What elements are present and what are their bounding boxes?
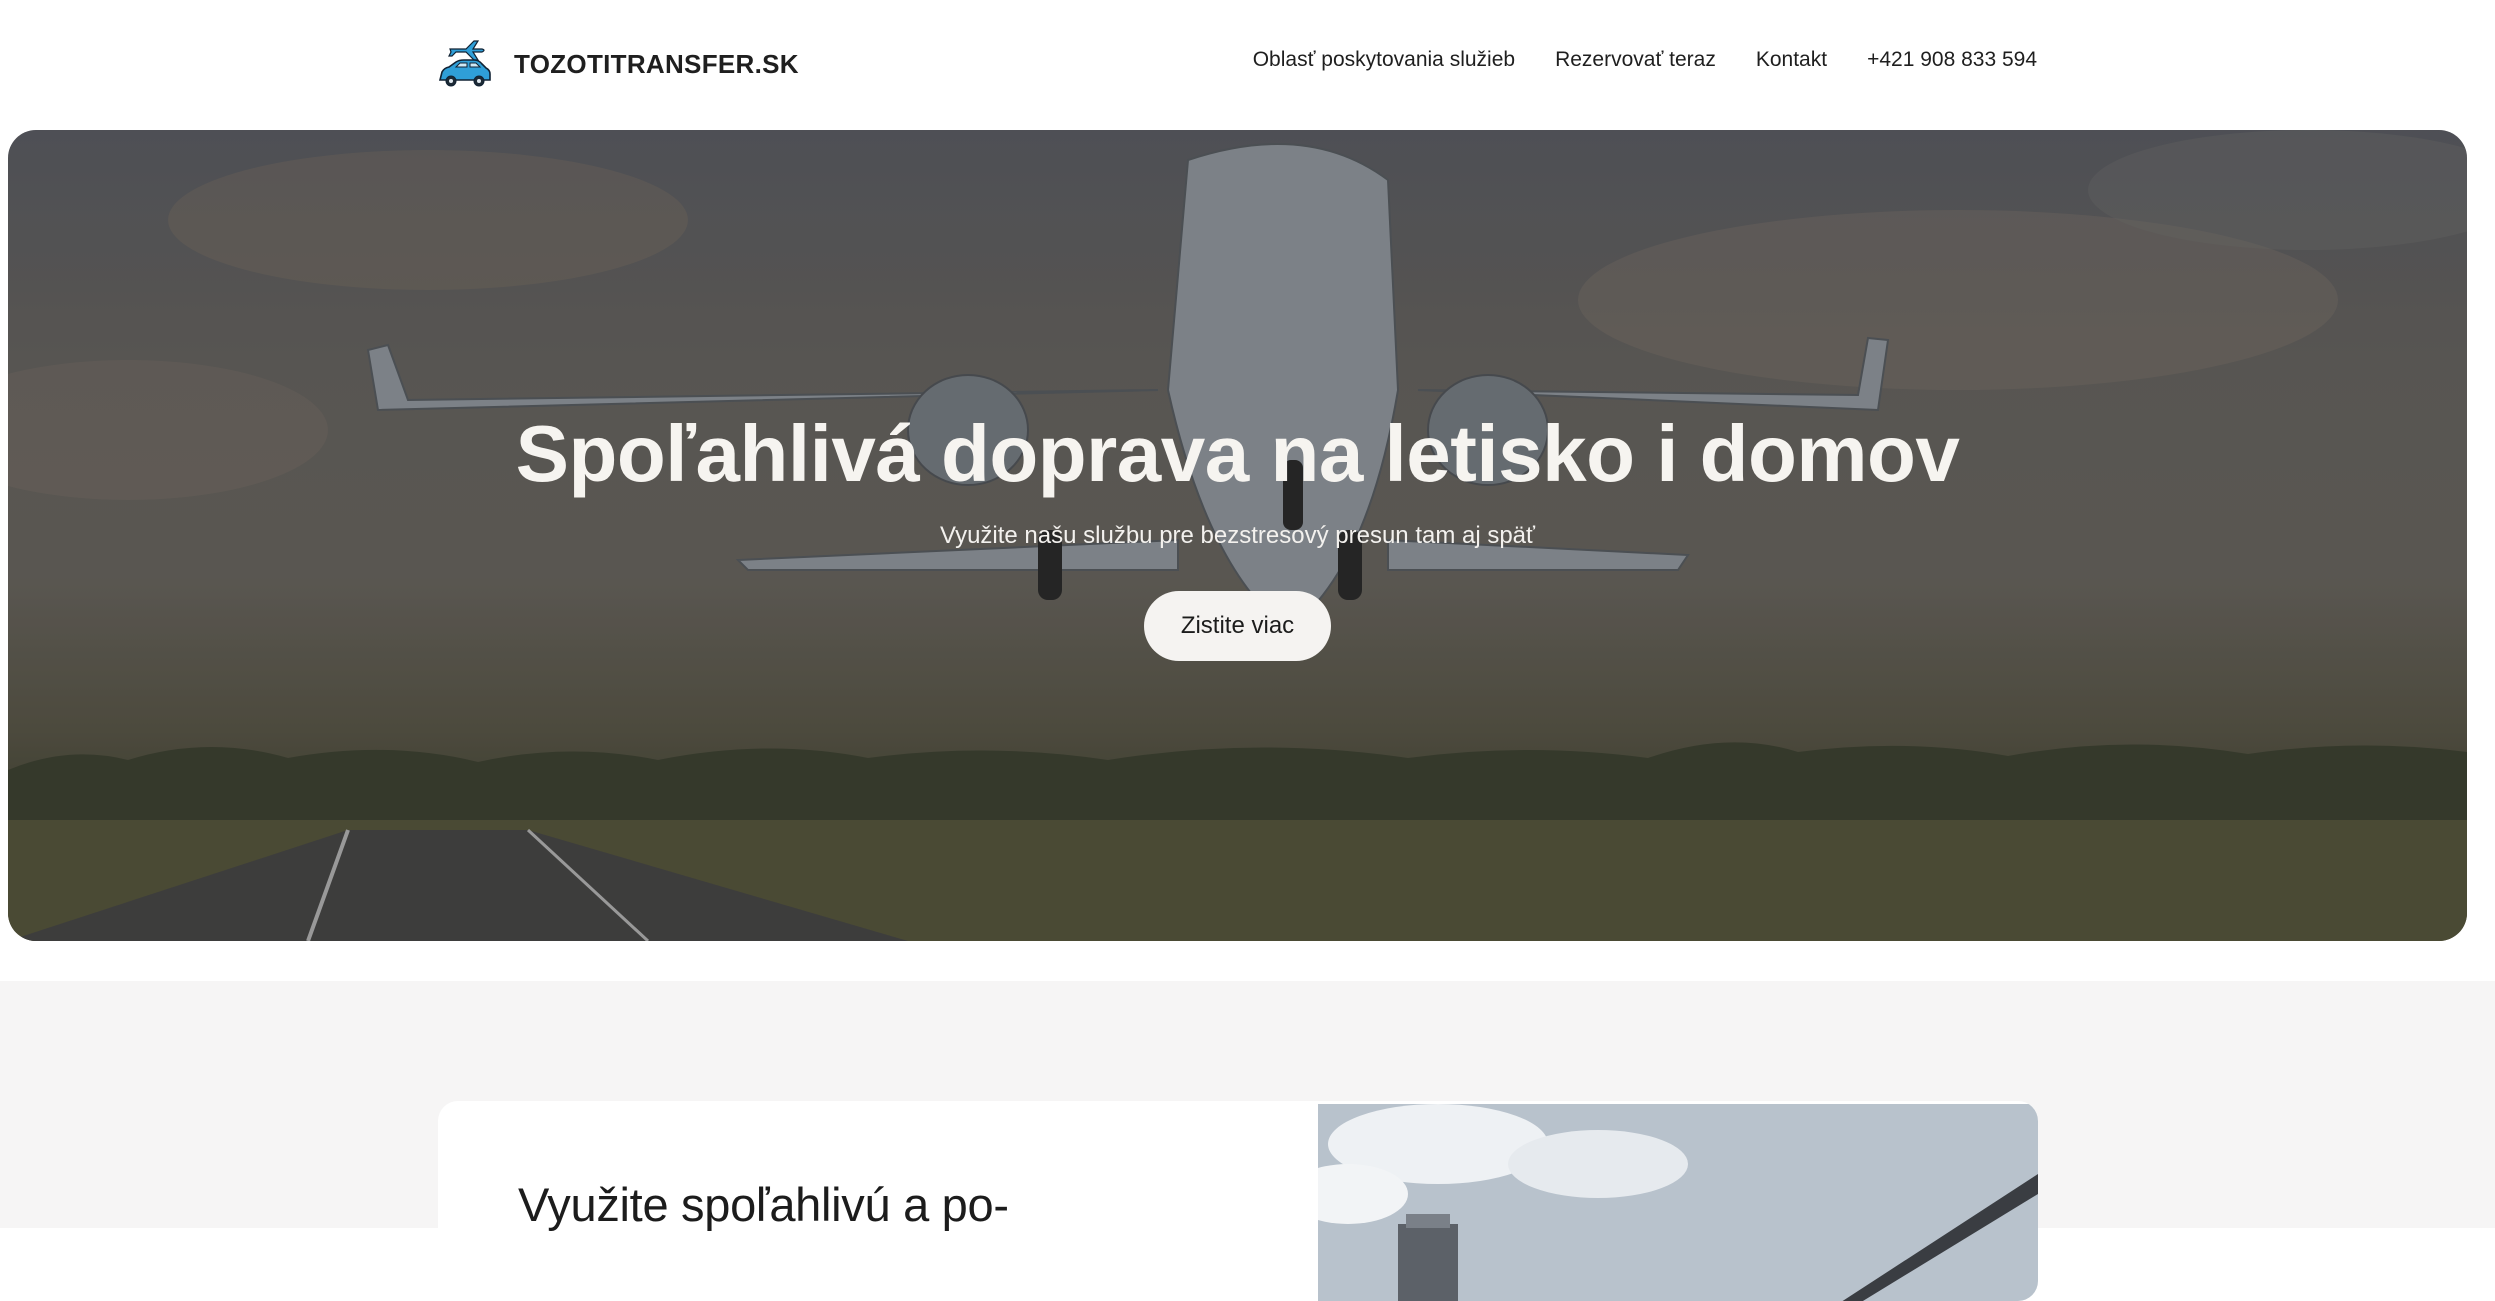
hero-subtitle: Využite našu službu pre bezstresový pres… — [939, 522, 1536, 549]
learn-more-button[interactable]: Zistite viac — [1144, 591, 1331, 661]
intro-section: Využite spoľahlivú a po- — [0, 981, 2495, 1301]
hero-banner: Spoľahlivá doprava na letisko i domov Vy… — [8, 130, 2467, 941]
plane-and-car-icon — [438, 40, 491, 87]
brand-name: TOZOTITRANSFER.SK — [514, 48, 799, 79]
intro-card: Využite spoľahlivú a po- — [438, 1101, 2038, 1301]
site-header: TOZOTITRANSFER.SK Oblasť poskytovania sl… — [0, 0, 2495, 130]
main-nav: Oblasť poskytovania služieb Rezervovať t… — [1253, 48, 2037, 72]
nav-link-contact[interactable]: Kontakt — [1756, 48, 1827, 72]
nav-link-book-now[interactable]: Rezervovať teraz — [1555, 48, 1716, 72]
nav-link-phone[interactable]: +421 908 833 594 — [1867, 48, 2037, 72]
hero-title: Spoľahlivá doprava na letisko i domov — [515, 409, 1960, 498]
nav-link-service-area[interactable]: Oblasť poskytovania služieb — [1253, 48, 1515, 72]
airport-terminal-photo — [1318, 1104, 2038, 1301]
intro-title: Využite spoľahlivú a po- — [518, 1178, 1009, 1231]
brand-logo[interactable]: TOZOTITRANSFER.SK — [436, 36, 799, 92]
